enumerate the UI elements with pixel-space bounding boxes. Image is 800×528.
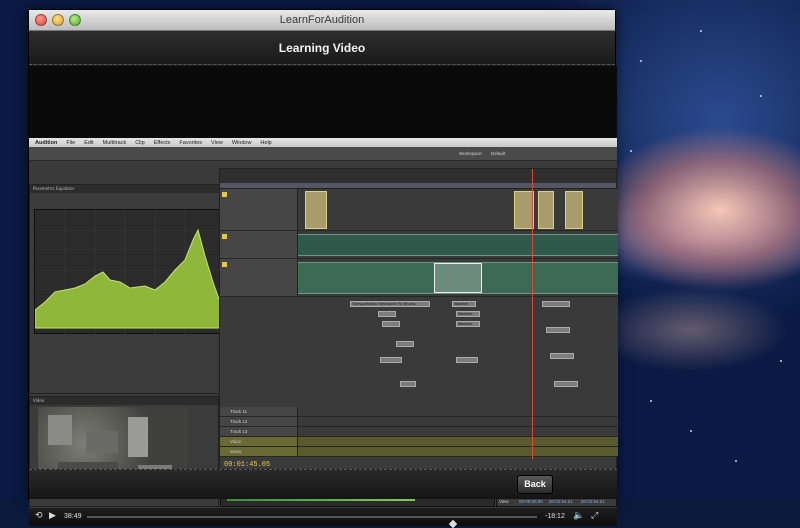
audition-toolbar: Workspace: Default [29, 147, 617, 161]
video-header: Learning Video [29, 31, 615, 65]
track-row [220, 259, 618, 297]
audio-clip[interactable] [538, 191, 554, 229]
clip-block[interactable] [400, 381, 416, 387]
track-row: Track 11 [220, 407, 618, 417]
menu-audition: Audition [35, 139, 58, 146]
clip-block[interactable] [380, 357, 402, 363]
eq-curve [34, 210, 226, 335]
track-row: Track 12 [220, 417, 618, 427]
clip-block[interactable] [546, 327, 570, 333]
track-row: Voice [220, 437, 618, 447]
track-name: Music [230, 449, 242, 454]
clip-block[interactable] [378, 311, 396, 317]
playhead[interactable] [532, 169, 533, 459]
track-row: Track 13 [220, 427, 618, 437]
page-title: Learning Video [278, 41, 366, 55]
clip-block[interactable] [396, 341, 414, 347]
track-name: Track 12 [230, 419, 248, 424]
selected-clip[interactable] [434, 263, 482, 293]
track-row: Music [220, 447, 618, 457]
audio-clip[interactable] [305, 191, 327, 229]
menu-effects: Effects [153, 139, 171, 146]
track-row [220, 231, 618, 259]
audio-clip[interactable] [565, 191, 583, 229]
track-name: Track 11 [230, 409, 248, 414]
clip-block[interactable] [382, 321, 400, 327]
eq-graph [34, 209, 226, 335]
menu-help: Help [260, 139, 272, 146]
workspace-label: Workspace: [459, 151, 483, 156]
video-stage: Audition File Edit Multitrack Clip Effec… [29, 66, 618, 528]
clip-block[interactable] [554, 381, 578, 387]
waveform-clip[interactable] [298, 234, 618, 256]
menu-file: File [66, 139, 76, 146]
menu-window: Window [231, 139, 252, 146]
volume-icon[interactable]: 🔈 [573, 511, 584, 521]
clip-block[interactable] [456, 357, 478, 363]
elapsed-time: 38:49 [64, 513, 82, 520]
multitrack-editor: Transportation Helicopter Fly By.wav Wea… [219, 168, 618, 475]
video-panel-tab[interactable]: Video [30, 397, 218, 405]
automation-area: Transportation Helicopter Fly By.wav Wea… [220, 297, 618, 407]
player-controls: ⟲ ▶ 38:49 -18:12 🔈 ⤢ [29, 508, 617, 528]
clip-label[interactable]: Weather [452, 301, 476, 307]
track-name: Track 13 [230, 429, 248, 434]
scrubber-knob[interactable] [448, 519, 458, 528]
play-icon[interactable]: ▶ [49, 511, 56, 521]
video-frame[interactable]: Audition File Edit Multitrack Clip Effec… [29, 138, 618, 508]
time-display: 00:01:45.05 [224, 461, 271, 469]
menu-favorites: Favorites [179, 139, 203, 146]
back-button[interactable]: Back [517, 475, 553, 494]
window-titlebar: LearnForAudition [29, 10, 615, 31]
timeline-ruler [220, 169, 616, 183]
audition-menubar: Audition File Edit Multitrack Clip Effec… [29, 138, 617, 147]
menu-edit: Edit [84, 139, 94, 146]
clip-block[interactable] [542, 301, 570, 307]
window-title: LearnForAudition [279, 14, 365, 26]
audio-clip[interactable] [514, 191, 534, 229]
menu-clip: Clip [135, 139, 145, 146]
clip-block[interactable] [550, 353, 574, 359]
remaining-time: -18:12 [545, 513, 565, 520]
menu-multitrack: Multitrack [102, 139, 127, 146]
fullscreen-icon[interactable]: ⤢ [591, 511, 598, 521]
menu-view: View [211, 139, 223, 146]
clip-label[interactable]: Transportation Helicopter Fly By.wav [350, 301, 430, 307]
clip-label[interactable]: Weather [456, 311, 480, 317]
track-name: Voice [230, 439, 242, 444]
track-row [220, 189, 618, 231]
scrubber-track[interactable] [87, 516, 537, 528]
workspace-value: Default [491, 151, 506, 156]
replay-icon[interactable]: ⟲ [35, 511, 43, 521]
clip-label[interactable]: Weather [456, 321, 480, 327]
learning-window: LearnForAudition Learning Video Audition… [28, 9, 618, 528]
window-footer: Back [29, 469, 617, 499]
